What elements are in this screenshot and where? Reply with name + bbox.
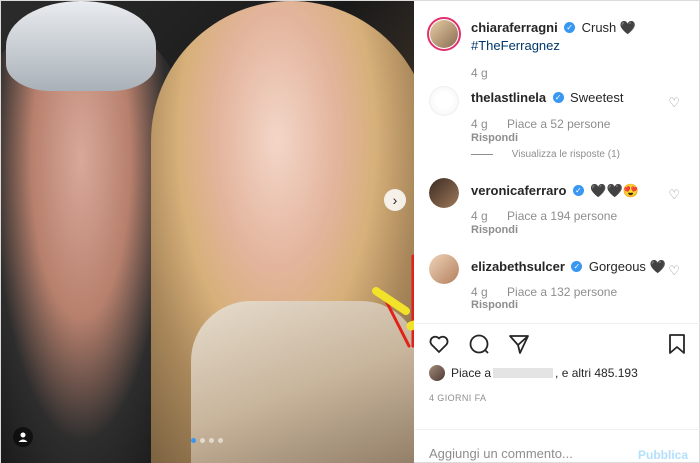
annotation-arrow	[372, 254, 414, 348]
reply-button[interactable]: Rispondi	[471, 299, 518, 311]
carousel-dot	[209, 438, 214, 443]
divider	[415, 323, 700, 324]
verified-badge-icon: ✓	[571, 261, 583, 273]
comment-text: 🖤🖤😍	[590, 183, 639, 198]
reply-button[interactable]: Rispondi	[471, 132, 518, 144]
comment-like-heart-icon[interactable]: ♡	[668, 263, 680, 279]
verified-badge-icon: ✓	[564, 22, 576, 34]
instagram-post: › chiaraferragni ✓ Crush 🖤 #TheFerragnez	[0, 0, 700, 463]
caption-hashtag[interactable]: #TheFerragnez	[471, 38, 560, 53]
redacted-username	[493, 368, 554, 378]
publish-button[interactable]: Pubblica	[638, 448, 688, 462]
user-tag-icon[interactable]	[13, 427, 33, 447]
comment-avatar[interactable]	[429, 86, 459, 116]
author-avatar[interactable]	[427, 17, 461, 51]
likes-count: , e altri 485.193	[555, 366, 638, 380]
verified-badge-icon: ✓	[552, 92, 564, 104]
comment-username[interactable]: veronicaferraro	[471, 183, 566, 198]
comment-username[interactable]: elizabethsulcer	[471, 259, 565, 274]
comment-text: Gorgeous 🖤	[588, 259, 666, 274]
comment-likes[interactable]: Piace a 52 persone	[507, 117, 610, 131]
comment-likes[interactable]: Piace a 132 persone	[507, 285, 617, 299]
author-username[interactable]: chiaraferragni	[471, 20, 558, 35]
comment-likes[interactable]: Piace a 194 persone	[507, 209, 617, 223]
chevron-right-icon[interactable]: ›	[384, 189, 406, 211]
comment-bubble-icon[interactable]	[467, 332, 491, 356]
view-replies-link[interactable]: Visualizza le risposte (1)	[471, 149, 620, 160]
comment-like-heart-icon[interactable]: ♡	[668, 95, 680, 111]
post-photo[interactable]: ›	[1, 1, 414, 463]
comment-age: 4 g	[471, 209, 488, 223]
verified-badge-icon: ✓	[572, 185, 584, 197]
likes-prefix: Piace a	[451, 366, 492, 380]
share-send-icon[interactable]	[507, 332, 531, 356]
comment-input[interactable]	[429, 446, 629, 461]
comment-age: 4 g	[471, 285, 488, 299]
like-heart-icon[interactable]	[427, 332, 451, 356]
post-timestamp: 4 GIORNI FA	[429, 393, 487, 403]
comment-avatar[interactable]	[429, 254, 459, 284]
bookmark-icon[interactable]	[666, 332, 688, 356]
post-side-panel: chiaraferragni ✓ Crush 🖤 #TheFerragnez 4…	[415, 1, 700, 463]
likes-summary[interactable]: Piace a , e altri 485.193	[429, 365, 638, 381]
comment-age: 4 g	[471, 117, 488, 131]
view-replies-label: Visualizza le risposte (1)	[511, 149, 620, 160]
carousel-dot	[191, 438, 196, 443]
carousel-dot	[218, 438, 223, 443]
comment-avatar[interactable]	[429, 178, 459, 208]
photo-hair-left	[6, 1, 156, 91]
comment-username[interactable]: thelastlinela	[471, 90, 546, 105]
caption-text: Crush 🖤	[581, 20, 637, 35]
divider	[415, 429, 700, 430]
comment-like-heart-icon[interactable]: ♡	[668, 187, 680, 203]
reply-button[interactable]: Rispondi	[471, 224, 518, 236]
comment-form: Pubblica	[415, 446, 700, 463]
carousel-dots	[191, 438, 223, 443]
liker-avatar	[429, 365, 445, 381]
comment-text: Sweetest	[570, 90, 624, 105]
post-actions	[427, 332, 531, 356]
caption-age: 4 g	[471, 66, 488, 80]
carousel-dot	[200, 438, 205, 443]
